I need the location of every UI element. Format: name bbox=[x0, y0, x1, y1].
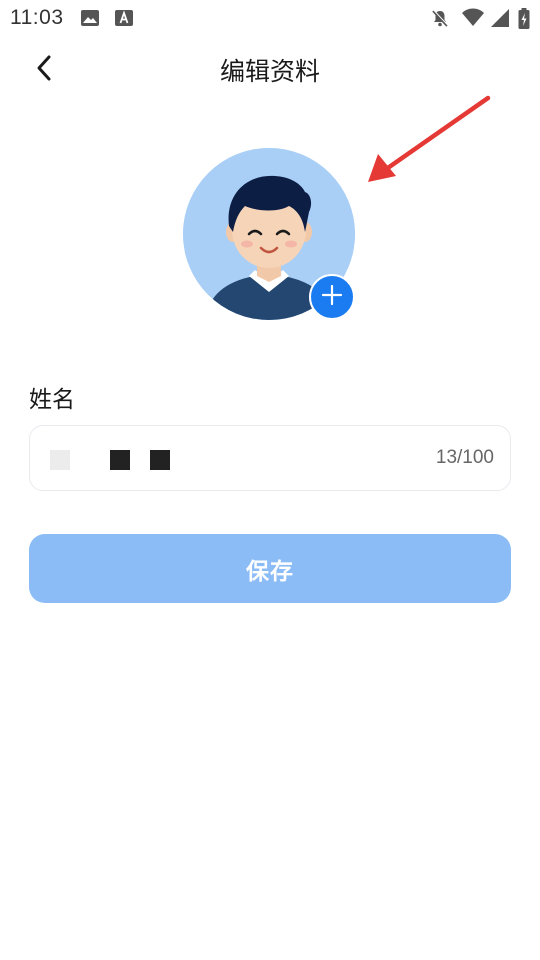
name-input[interactable]: 13/100 bbox=[29, 425, 511, 491]
signal-icon bbox=[490, 8, 510, 32]
plus-icon bbox=[321, 284, 343, 310]
name-label: 姓名 bbox=[29, 387, 75, 413]
app-header: 编辑资料 bbox=[0, 40, 540, 100]
redacted-text bbox=[150, 450, 170, 470]
save-button[interactable]: 保存 bbox=[29, 534, 511, 603]
annotation-arrow-icon bbox=[368, 95, 491, 182]
redacted-text bbox=[50, 450, 70, 470]
status-time: 11:03 bbox=[10, 6, 64, 29]
char-count: 13/100 bbox=[435, 447, 494, 468]
avatar-picker[interactable] bbox=[183, 148, 357, 322]
wifi-icon bbox=[461, 8, 485, 32]
status-bar: 11:03 bbox=[0, 0, 540, 36]
battery-charging-icon bbox=[518, 8, 530, 34]
image-icon bbox=[80, 8, 100, 32]
text-a-icon bbox=[114, 8, 134, 32]
redacted-text bbox=[110, 450, 130, 470]
add-avatar-button[interactable] bbox=[309, 274, 355, 320]
page-title: 编辑资料 bbox=[219, 57, 320, 86]
edit-profile-screen: 11:03 编辑资料 姓名 13/100 保存 bbox=[0, 0, 540, 960]
notifications-off-icon bbox=[430, 8, 450, 32]
